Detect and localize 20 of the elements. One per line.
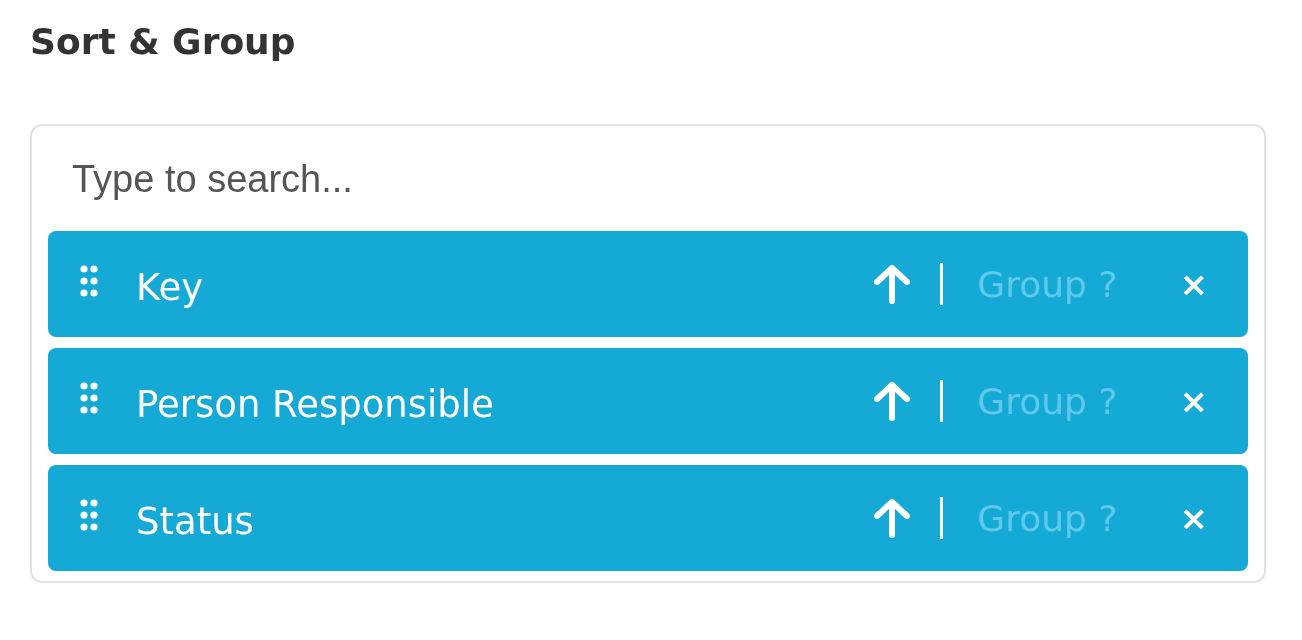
group-toggle[interactable]: Group ? xyxy=(977,497,1118,539)
search-field[interactable]: Type to search... xyxy=(48,136,1248,231)
sort-field-row[interactable]: Person Responsible Group ? × xyxy=(48,348,1248,454)
remove-button[interactable]: × xyxy=(1175,264,1212,304)
remove-button[interactable]: × xyxy=(1175,498,1212,538)
drag-handle-icon[interactable] xyxy=(80,382,100,416)
arrow-up-icon[interactable] xyxy=(872,380,913,422)
arrow-up-icon[interactable] xyxy=(872,263,913,305)
field-name: Person Responsible xyxy=(136,381,495,426)
group-toggle[interactable]: Group ? xyxy=(977,380,1118,422)
remove-button[interactable]: × xyxy=(1175,381,1212,421)
group-toggle[interactable]: Group ? xyxy=(977,263,1118,305)
field-name: Status xyxy=(136,498,255,543)
section-title: Sort & Group xyxy=(30,20,296,64)
sort-field-row[interactable]: Status Group ? × xyxy=(48,465,1248,571)
drag-handle-icon[interactable] xyxy=(80,499,100,533)
drag-handle-icon[interactable] xyxy=(80,265,100,299)
field-name: Key xyxy=(136,264,205,309)
arrow-up-icon[interactable] xyxy=(872,497,913,539)
sort-field-row[interactable]: Key Group ? × xyxy=(48,231,1248,337)
